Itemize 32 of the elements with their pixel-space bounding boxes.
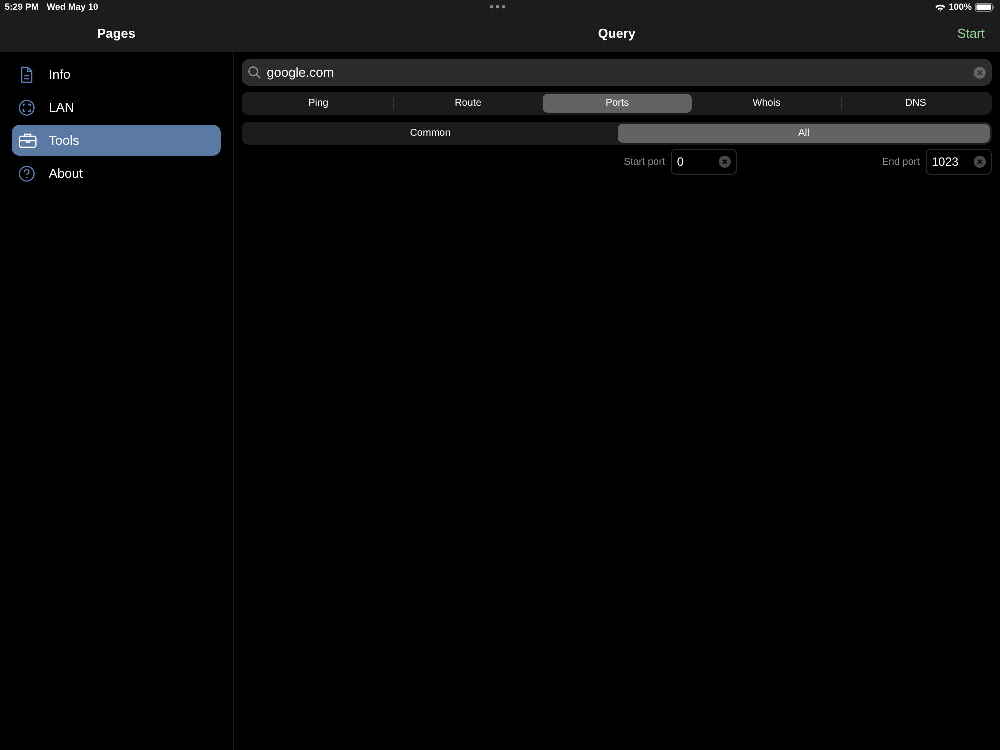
segment-tab[interactable]: Whois: [692, 94, 841, 113]
segment-tab[interactable]: DNS: [842, 94, 990, 113]
segment-tab[interactable]: Ports: [543, 94, 692, 113]
sidebar-item[interactable]: Info: [12, 59, 221, 90]
wifi-icon: [934, 4, 946, 12]
sidebar-item[interactable]: About: [12, 158, 221, 189]
segment-tab[interactable]: Ping: [244, 94, 394, 113]
page-title: Query: [598, 24, 636, 43]
search-icon: [248, 66, 261, 79]
circle-icon: [19, 98, 37, 116]
sidebar-title: Pages: [97, 24, 136, 43]
port-field[interactable]: 0: [671, 149, 738, 175]
status-date: Wed May 10: [47, 0, 98, 14]
clear-icon[interactable]: [974, 66, 986, 78]
segment-tab[interactable]: Common: [244, 124, 617, 143]
segment-tab[interactable]: All: [618, 124, 990, 143]
search-field[interactable]: google.com: [242, 59, 992, 86]
port-label: End port: [882, 156, 920, 170]
battery-percent: 100%: [948, 0, 972, 14]
start-button[interactable]: Start: [958, 24, 985, 44]
battery-icon: [975, 3, 995, 12]
toolbox-icon: [19, 132, 37, 150]
port-label: Start port: [624, 156, 666, 170]
status-time: 5:29 PM: [5, 0, 40, 14]
clear-icon[interactable]: [974, 156, 986, 168]
sidebar-item[interactable]: Tools: [12, 125, 221, 156]
sidebar-item[interactable]: LAN: [12, 92, 221, 123]
help-icon: [19, 164, 37, 182]
port-field[interactable]: 1023: [926, 149, 992, 175]
segment-tab[interactable]: Route: [394, 94, 542, 113]
clear-icon[interactable]: [719, 156, 732, 168]
multitasking-icon[interactable]: [490, 5, 506, 9]
